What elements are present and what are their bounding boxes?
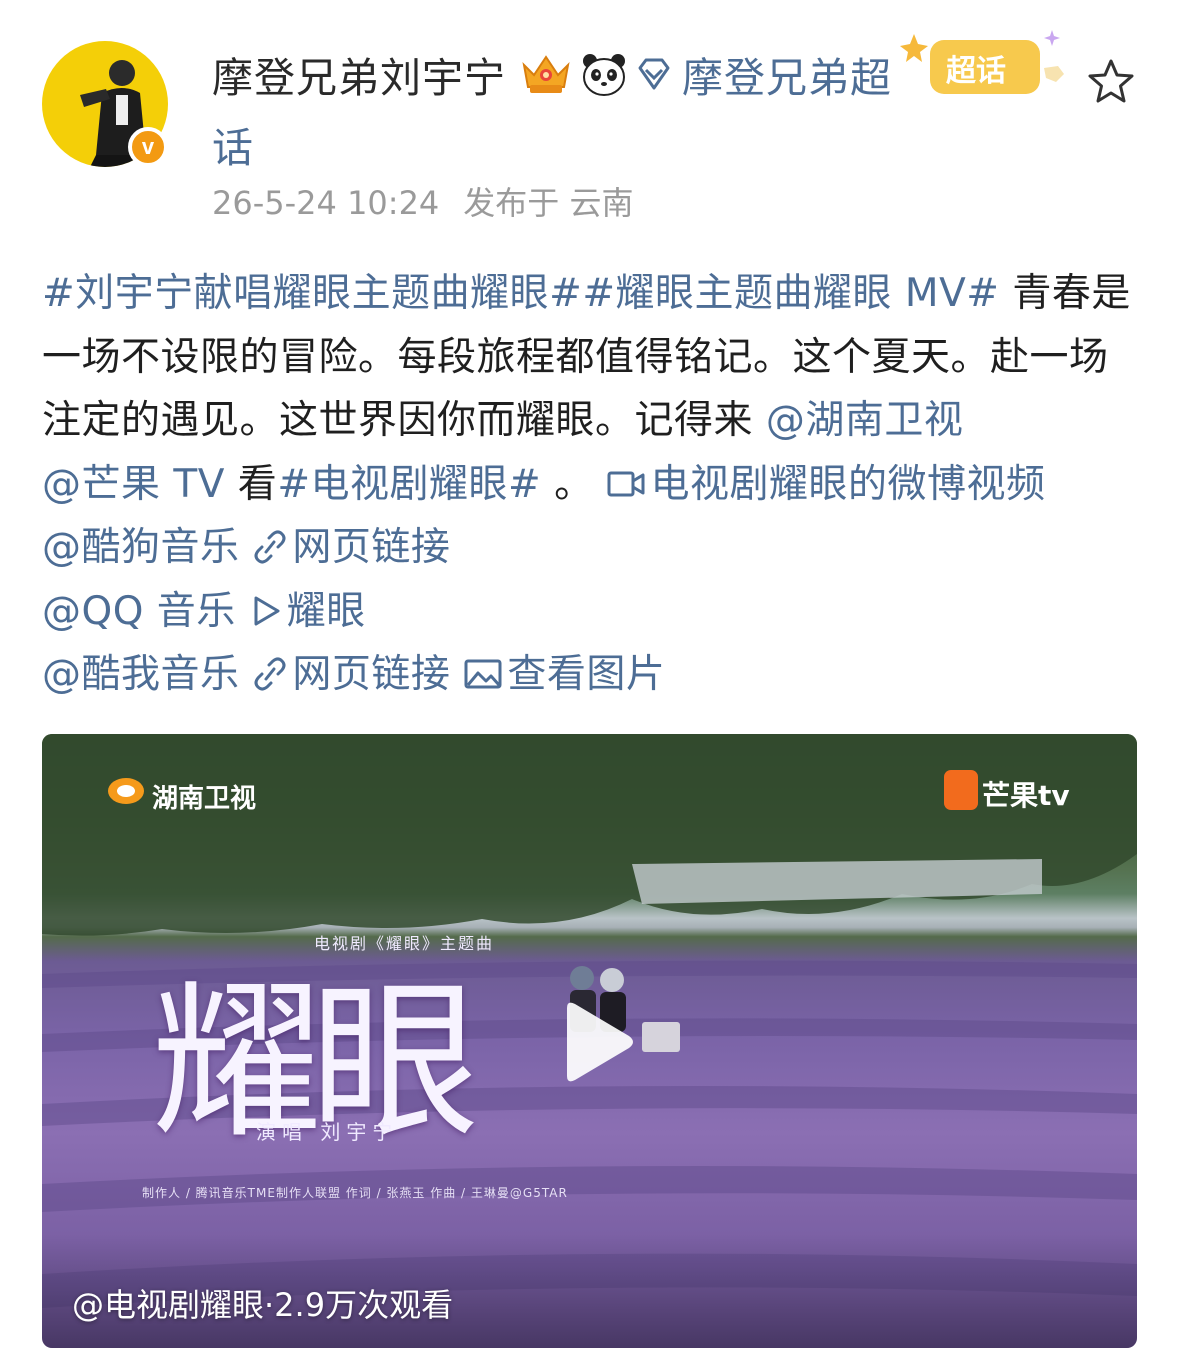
video-player[interactable]: 湖南卫视 芒果tv 电视剧《耀眼》主题曲 耀眼 演唱 刘宇宁 制作人 / 腾讯音…: [42, 734, 1137, 1348]
panda-icon: [583, 54, 625, 96]
hashtag-link[interactable]: #耀眼主题曲耀眼 MV#: [582, 271, 999, 316]
hunan-tv-logo-icon: [108, 778, 144, 804]
super-topic-link[interactable]: 摩登兄弟超: [682, 44, 892, 104]
mention-link[interactable]: @QQ 音乐: [42, 589, 236, 634]
mention-link[interactable]: @芒果 TV: [42, 462, 225, 507]
video-credits-art: 制作人 / 腾讯音乐TME制作人联盟 作词 / 张燕玉 作曲 / 王琳曼@G5T…: [142, 1186, 568, 1200]
content-text: 看: [224, 461, 278, 507]
mention-link[interactable]: @酷我音乐: [42, 652, 240, 697]
post-meta: 26-5-24 10:24 发布于 云南: [212, 178, 633, 224]
video-link[interactable]: 电视剧耀眼的微博视频: [606, 462, 1045, 507]
link-icon: [254, 657, 286, 691]
super-topic-badge-label: 超话: [946, 54, 1006, 89]
diamond-icon: [638, 58, 670, 90]
image-link-label: 查看图片: [507, 652, 666, 697]
hashtag-link[interactable]: #刘宇宁献唱耀眼主题曲耀眼#: [42, 271, 582, 316]
mango-tv-logo-icon: [944, 770, 978, 810]
super-topic-link-wrap[interactable]: 话: [212, 114, 253, 174]
mango-tv-logo: 芒果tv: [982, 779, 1070, 812]
username[interactable]: 摩登兄弟刘宇宁: [212, 44, 506, 104]
web-link[interactable]: 网页链接: [252, 525, 450, 570]
link-icon: [254, 530, 286, 564]
image-link[interactable]: 查看图片: [463, 652, 665, 697]
post-content: #刘宇宁献唱耀眼主题曲耀眼##耀眼主题曲耀眼 MV# 青春是一场不设限的冒险。每…: [42, 262, 1142, 707]
video-link-label: 电视剧耀眼的微博视频: [650, 461, 1046, 507]
star-icon[interactable]: [1085, 56, 1137, 108]
mention-link[interactable]: @湖南卫视: [766, 398, 964, 443]
web-link-label: 网页链接: [292, 652, 451, 697]
play-link-label: 耀眼: [286, 588, 366, 634]
verified-badge-icon: v: [128, 127, 168, 167]
video-caption: @电视剧耀眼·2.9万次观看: [72, 1286, 454, 1324]
crown-level-icon: [522, 55, 570, 93]
play-icon: [254, 596, 280, 625]
mention-link[interactable]: @酷狗音乐: [42, 525, 240, 570]
video-singer-art: 演唱 刘宇宁: [256, 1120, 399, 1144]
video-icon: [607, 471, 645, 496]
post-timestamp: 26-5-24 10:24: [212, 184, 440, 222]
content-text: 。: [541, 461, 594, 507]
play-button-icon[interactable]: [557, 1000, 637, 1084]
web-link-label: 网页链接: [292, 525, 451, 570]
hashtag-link[interactable]: #电视剧耀眼#: [277, 462, 541, 507]
hunan-tv-logo: 湖南卫视: [152, 784, 257, 814]
image-icon: [464, 659, 502, 689]
post-location: 发布于 云南: [463, 184, 634, 222]
web-link[interactable]: 网页链接: [252, 652, 450, 697]
play-link[interactable]: 耀眼: [249, 589, 366, 634]
